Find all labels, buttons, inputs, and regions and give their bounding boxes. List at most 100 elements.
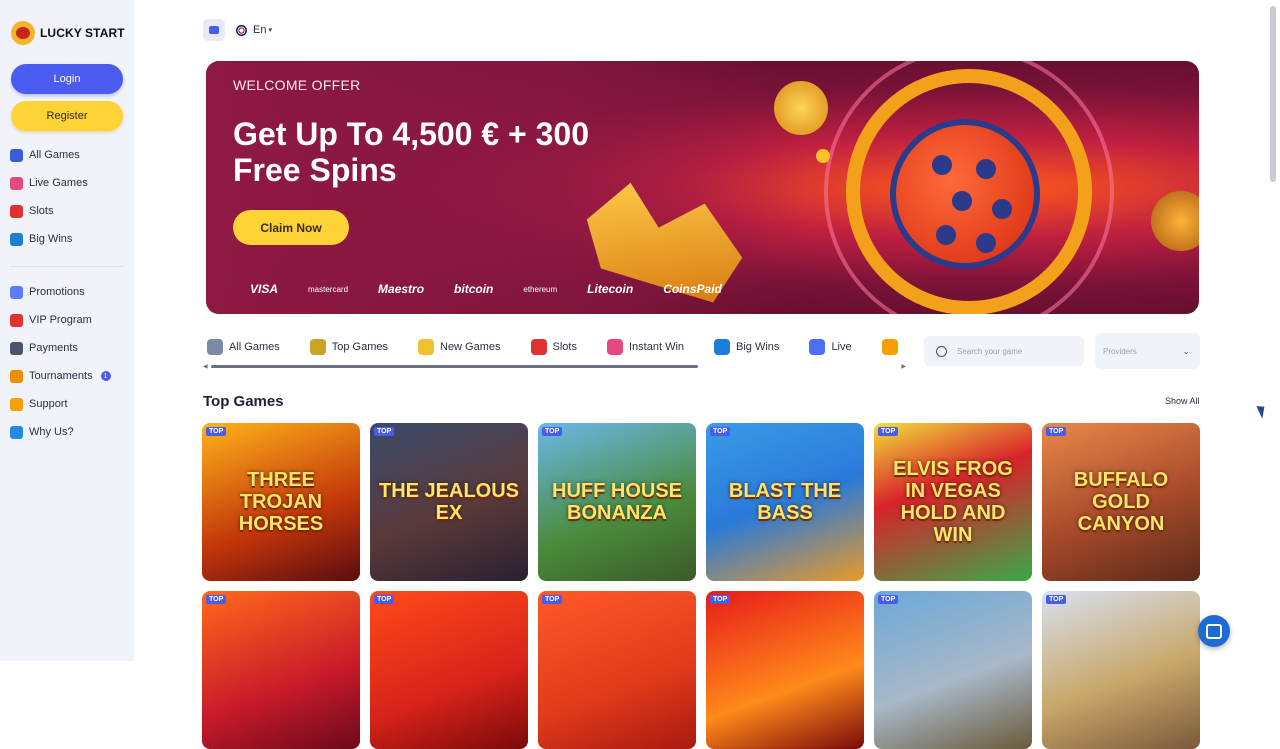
cherry-icon: [10, 205, 23, 218]
bell-icon: [418, 339, 434, 355]
top-badge: TOP: [878, 595, 898, 604]
ladybug-icon: [10, 314, 23, 327]
sidebar-item-vip-program[interactable]: VIP Program: [10, 306, 125, 334]
tab-jackpots[interactable]: Jackpots: [882, 339, 904, 355]
game-tile[interactable]: TOP: [202, 591, 360, 749]
scrollbar-thumb[interactable]: [211, 365, 698, 368]
claim-now-button[interactable]: Claim Now: [233, 210, 349, 245]
game-tile[interactable]: TOP: [706, 591, 864, 749]
game-title: THREE TROJAN HORSES: [202, 469, 360, 535]
top-badge: TOP: [374, 595, 394, 604]
game-title: BUFFALO GOLD CANYON: [1042, 469, 1200, 535]
scroll-right-icon[interactable]: ▶: [901, 363, 906, 370]
sidebar-item-tournaments[interactable]: Tournaments 1: [10, 362, 125, 390]
sidebar-item-label: Live Games: [29, 177, 88, 189]
game-tile[interactable]: TOP: [874, 591, 1032, 749]
chat-icon[interactable]: [1198, 615, 1230, 647]
tab-all-games[interactable]: All Games: [207, 339, 280, 355]
sidebar-item-slots[interactable]: Slots: [10, 197, 125, 225]
scroll-left-icon[interactable]: ◀: [203, 363, 208, 370]
sidebar-item-payments[interactable]: Payments: [10, 334, 125, 362]
providers-label: Providers: [1103, 347, 1137, 356]
top-badge: TOP: [878, 427, 898, 436]
top-badge: TOP: [710, 427, 730, 436]
grid-icon: [10, 149, 23, 162]
top-badge: TOP: [1046, 595, 1066, 604]
sidebar-item-label: VIP Program: [29, 314, 92, 326]
payment-logos: VISAmastercardMaestrobitcoinethereumLite…: [250, 282, 722, 296]
sidebar-item-support[interactable]: Support: [10, 390, 125, 418]
sidebar-item-label: Tournaments: [29, 370, 93, 382]
game-tile[interactable]: TOPHUFF HOUSE BONANZA: [538, 423, 696, 581]
top-badge: TOP: [1046, 427, 1066, 436]
trophy-man-icon: [714, 339, 730, 355]
tab-top-games[interactable]: Top Games: [310, 339, 388, 355]
sidebar-item-label: Support: [29, 398, 68, 410]
sidebar-item-promotions[interactable]: Promotions: [10, 278, 125, 306]
tab-slots[interactable]: Slots: [531, 339, 577, 355]
sidebar-divider: [10, 266, 123, 267]
support-icon: [10, 398, 23, 411]
game-tile[interactable]: TOP: [370, 591, 528, 749]
tab-label: Slots: [553, 341, 577, 353]
game-tile[interactable]: TOPBLAST THE BASS: [706, 423, 864, 581]
sidebar-item-live-games[interactable]: Live Games: [10, 169, 125, 197]
game-tile[interactable]: TOP BUFFALO GOLD CANYON: [1042, 423, 1200, 581]
game-tile[interactable]: TOP: [1042, 591, 1200, 749]
top-badge: TOP: [710, 595, 730, 604]
sidebar-item-label: Why Us?: [29, 426, 74, 438]
language-label: En: [253, 24, 266, 36]
chevron-down-icon: ⌄: [1182, 346, 1190, 357]
banner-title: Get Up To 4,500 € + 300 Free Spins: [233, 116, 653, 188]
sidebar-item-label: Payments: [29, 342, 78, 354]
tab-label: Big Wins: [736, 341, 779, 353]
providers-select[interactable]: Providers ⌄: [1095, 333, 1200, 369]
sidebar-games-nav: All Games Live Games Slots Big Wins: [10, 141, 125, 253]
payment-logo: VISA: [250, 282, 278, 296]
register-button[interactable]: Register: [11, 101, 123, 131]
games-grid: TOPTHREE TROJAN HORSESTOPTHE JEALOUS EXT…: [202, 423, 1201, 749]
game-title: THE JEALOUS EX: [370, 480, 528, 524]
game-tile[interactable]: TOP THREE TROJAN HORSES: [202, 423, 360, 581]
game-tile[interactable]: TOPTHE JEALOUS EX: [370, 423, 528, 581]
tab-live[interactable]: Live: [809, 339, 851, 355]
payment-logo: CoinsPaid: [663, 282, 722, 296]
language-selector[interactable]: En ▾: [236, 24, 272, 36]
tab-instant-win[interactable]: Instant Win: [607, 339, 684, 355]
search-placeholder: Search your game: [957, 347, 1022, 356]
sidebar-item-big-wins[interactable]: Big Wins: [10, 225, 125, 253]
payment-logo: mastercard: [308, 285, 348, 294]
top-badge: TOP: [206, 427, 226, 436]
payment-logo: Litecoin: [587, 282, 633, 296]
top-badge: TOP: [542, 595, 562, 604]
category-scrollbar[interactable]: ◀ ▶: [207, 364, 904, 368]
sidebar-item-why-us[interactable]: Why Us?: [10, 418, 125, 446]
game-tile[interactable]: TOP: [538, 591, 696, 749]
search-icon: [936, 346, 947, 357]
search-field[interactable]: Search your game: [924, 336, 1084, 366]
page-scrollbar[interactable]: [1270, 6, 1276, 182]
tab-label: Top Games: [332, 341, 388, 353]
sidebar-item-label: Promotions: [29, 286, 85, 298]
login-button[interactable]: Login: [11, 64, 123, 94]
count-badge: 1: [101, 371, 111, 381]
tab-new-games[interactable]: New Games: [418, 339, 501, 355]
inbox-icon[interactable]: [203, 19, 225, 41]
game-tile[interactable]: TOPELVIS FROG IN VEGAS HOLD AND WIN: [874, 423, 1032, 581]
sidebar-item-label: Big Wins: [29, 233, 72, 245]
tab-label: All Games: [229, 341, 280, 353]
mouse-cursor-icon: [1256, 403, 1268, 419]
logo[interactable]: LUCKY START: [11, 21, 125, 45]
welcome-banner[interactable]: WELCOME OFFER Get Up To 4,500 € + 300 Fr…: [206, 61, 1199, 314]
cup-icon: [10, 370, 23, 383]
clover-icon: [607, 339, 623, 355]
coin-icon: [882, 339, 898, 355]
tab-label: New Games: [440, 341, 501, 353]
sidebar-item-all-games[interactable]: All Games: [10, 141, 125, 169]
gift-icon: [10, 286, 23, 299]
tab-label: Instant Win: [629, 341, 684, 353]
show-all-link[interactable]: Show All: [1165, 396, 1200, 406]
tab-big-wins[interactable]: Big Wins: [714, 339, 779, 355]
section-title: Top Games: [203, 393, 284, 410]
trophy-man-icon: [10, 233, 23, 246]
